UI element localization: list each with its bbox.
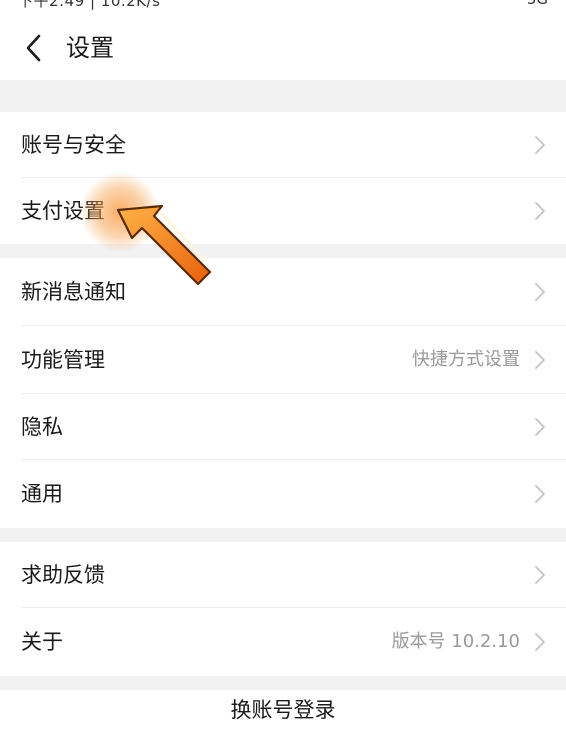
section-gap (0, 528, 566, 542)
settings-item-value: 快捷方式设置 (412, 349, 520, 370)
chevron-right-icon (532, 560, 548, 590)
status-network: 5G (527, 0, 548, 8)
settings-item-label: 账号与安全 (21, 133, 126, 157)
status-time: 下午2:49 | 10.2K/s (18, 0, 161, 10)
settings-item-payment[interactable]: 支付设置 (0, 178, 566, 244)
chevron-right-icon (532, 277, 548, 307)
chevron-right-icon (532, 196, 548, 226)
settings-item-label: 支付设置 (21, 199, 105, 223)
chevron-right-icon (532, 130, 548, 160)
settings-item-label: 隐私 (21, 415, 63, 439)
section-gap (0, 676, 566, 690)
settings-item-label: 求助反馈 (21, 563, 105, 587)
settings-item-label: 功能管理 (21, 348, 105, 372)
settings-item-label: 新消息通知 (21, 280, 126, 304)
settings-item-account-security[interactable]: 账号与安全 (0, 112, 566, 178)
settings-item-about[interactable]: 关于 版本号 10.2.10 (0, 608, 566, 676)
settings-item-label: 通用 (21, 482, 63, 506)
back-button[interactable] (14, 26, 54, 70)
page-title: 设置 (66, 34, 114, 62)
chevron-right-icon (532, 345, 548, 375)
switch-account-button[interactable]: 换账号登录 (0, 690, 566, 730)
section-gap (0, 244, 566, 258)
settings-item-notifications[interactable]: 新消息通知 (0, 258, 566, 326)
settings-item-feature-management[interactable]: 功能管理 快捷方式设置 (0, 326, 566, 394)
settings-item-general[interactable]: 通用 (0, 460, 566, 528)
settings-item-value: 版本号 10.2.10 (391, 631, 520, 652)
chevron-right-icon (532, 479, 548, 509)
settings-item-label: 关于 (21, 630, 63, 654)
section-gap (0, 80, 566, 112)
status-bar: 下午2:49 | 10.2K/s 5G (0, 0, 566, 16)
settings-item-privacy[interactable]: 隐私 (0, 394, 566, 460)
chevron-right-icon (532, 412, 548, 442)
chevron-left-icon (26, 34, 41, 62)
settings-item-help-feedback[interactable]: 求助反馈 (0, 542, 566, 608)
navigation-bar: 设置 (0, 16, 566, 80)
chevron-right-icon (532, 627, 548, 657)
